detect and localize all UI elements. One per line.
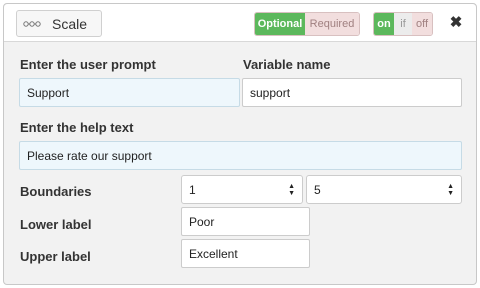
upper-label-input[interactable]: Excellent — [181, 239, 310, 268]
help-text-label: Enter the help text — [20, 120, 134, 135]
dots-connector-icon — [17, 20, 47, 28]
prompt-input[interactable]: Support — [19, 78, 240, 107]
help-text-input[interactable]: Please rate our support — [19, 141, 462, 170]
variable-name-input[interactable]: support — [242, 78, 462, 107]
required-option[interactable]: Required — [305, 13, 359, 35]
prompt-label: Enter the user prompt — [20, 57, 156, 72]
question-type-button[interactable]: Scale — [16, 10, 102, 37]
lower-label-input[interactable]: Poor — [181, 207, 310, 236]
upper-boundary-select[interactable]: 5 ▲ ▼ — [306, 175, 462, 204]
optional-option[interactable]: Optional — [255, 13, 305, 35]
lower-boundary-select[interactable]: 1 ▲ ▼ — [181, 175, 303, 204]
panel-header: Scale Optional Required on if off ✖ — [4, 4, 476, 42]
question-type-label: Scale — [52, 15, 88, 32]
variable-name-label: Variable name — [243, 57, 331, 72]
lower-boundary-value: 1 — [189, 182, 196, 197]
visibility-on-option[interactable]: on — [374, 13, 394, 35]
lower-label-label: Lower label — [20, 217, 92, 232]
visibility-off-option[interactable]: off — [412, 13, 432, 35]
close-icon[interactable]: ✖ — [448, 13, 464, 33]
question-panel: Scale Optional Required on if off ✖ Ente… — [3, 3, 477, 285]
select-arrows-icon: ▲ ▼ — [288, 182, 295, 197]
required-toggle: Optional Required — [254, 12, 360, 36]
boundaries-label: Boundaries — [20, 184, 92, 199]
upper-label-label: Upper label — [20, 249, 91, 264]
select-arrows-icon: ▲ ▼ — [447, 182, 454, 197]
visibility-if-option[interactable]: if — [394, 13, 412, 35]
upper-boundary-value: 5 — [314, 182, 321, 197]
visibility-toggle: on if off — [373, 12, 433, 36]
